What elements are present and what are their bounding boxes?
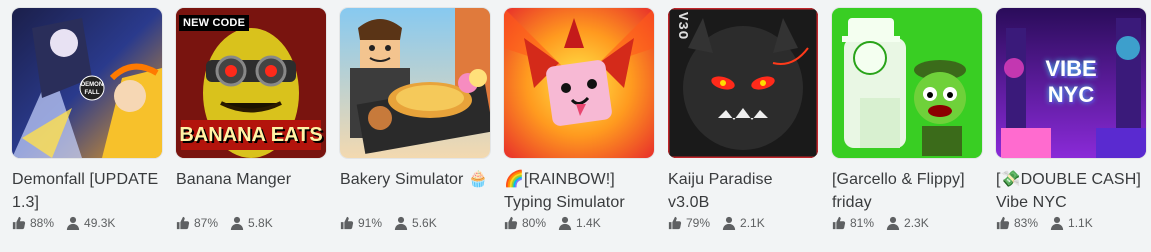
thumbs-up-icon xyxy=(12,216,26,230)
game-stats: 88% 49.3K xyxy=(12,215,162,231)
player-count: 2.1K xyxy=(740,216,765,230)
game-thumbnail[interactable]: V3O xyxy=(668,8,818,158)
thumbs-up-icon xyxy=(176,216,190,230)
thumbs-up-icon xyxy=(668,216,682,230)
thumb-logo-line1: DEMON xyxy=(81,82,103,88)
game-card-demonfall[interactable]: DEMON FALL Demonfall [UPDATE 1.3] 88% 49… xyxy=(12,8,162,231)
thumbnail-art xyxy=(832,8,982,158)
game-card-bakery-simulator[interactable]: Bakery Simulator 🧁 91% 5.6K xyxy=(340,8,490,231)
person-icon xyxy=(1050,216,1064,230)
game-thumbnail[interactable] xyxy=(832,8,982,158)
players-stat: 2.3K xyxy=(886,216,929,230)
game-card-garcello-flippy[interactable]: [Garcello & Flippy] friday 81% 2.3K xyxy=(832,8,982,231)
player-count: 49.3K xyxy=(84,216,116,230)
like-ratio: 83% xyxy=(1014,216,1039,230)
game-stats: 87% 5.8K xyxy=(176,215,326,231)
game-title[interactable]: Demonfall [UPDATE 1.3] xyxy=(12,168,162,214)
game-stats: 83% 1.1K xyxy=(996,215,1146,231)
like-ratio: 79% xyxy=(686,216,711,230)
thumbs-up-icon xyxy=(340,216,354,230)
person-icon xyxy=(558,216,572,230)
players-stat: 1.4K xyxy=(558,216,601,230)
game-title[interactable]: Kaiju Paradise v3.0B xyxy=(668,168,818,214)
person-icon xyxy=(722,216,736,230)
thumbnail-art: DEMON FALL xyxy=(12,8,162,158)
like-stat: 79% xyxy=(668,216,710,230)
thumbs-up-icon xyxy=(996,216,1010,230)
game-title[interactable]: 🌈[RAINBOW!] Typing Simulator xyxy=(504,168,654,214)
game-stats: 91% 5.6K xyxy=(340,215,490,231)
game-stats: 80% 1.4K xyxy=(504,215,654,231)
thumbs-up-icon xyxy=(832,216,846,230)
like-stat: 83% xyxy=(996,216,1038,230)
thumbnail-art xyxy=(668,8,818,158)
game-title[interactable]: Banana Manger xyxy=(176,168,326,214)
game-card-kaiju-paradise[interactable]: V3O Kaiju Paradise v3.0B 79% 2.1K xyxy=(668,8,818,231)
game-thumbnail[interactable] xyxy=(504,8,654,158)
person-icon xyxy=(886,216,900,230)
like-ratio: 91% xyxy=(358,216,383,230)
game-stats: 79% 2.1K xyxy=(668,215,818,231)
like-ratio: 80% xyxy=(522,216,547,230)
game-card-vibe-nyc[interactable]: VIBE NYC [💸DOUBLE CASH] Vibe NYC 83% 1.1… xyxy=(996,8,1146,231)
players-stat: 49.3K xyxy=(66,216,115,230)
game-thumbnail[interactable]: DEMON FALL xyxy=(12,8,162,158)
players-stat: 5.8K xyxy=(230,216,273,230)
player-count: 5.6K xyxy=(412,216,437,230)
players-stat: 5.6K xyxy=(394,216,437,230)
like-ratio: 88% xyxy=(30,216,55,230)
thumbs-up-icon xyxy=(504,216,518,230)
like-ratio: 87% xyxy=(194,216,219,230)
player-count: 2.3K xyxy=(904,216,929,230)
game-thumbnail[interactable] xyxy=(340,8,490,158)
player-count: 1.1K xyxy=(1068,216,1093,230)
thumb-logo-line2: FALL xyxy=(85,90,100,96)
players-stat: 1.1K xyxy=(1050,216,1093,230)
like-stat: 87% xyxy=(176,216,218,230)
game-card-rainbow-typing-simulator[interactable]: 🌈[RAINBOW!] Typing Simulator 80% 1.4K xyxy=(504,8,654,231)
person-icon xyxy=(66,216,80,230)
like-stat: 91% xyxy=(340,216,382,230)
game-stats: 81% 2.3K xyxy=(832,215,982,231)
players-stat: 2.1K xyxy=(722,216,765,230)
like-stat: 80% xyxy=(504,216,546,230)
new-code-badge: NEW CODE xyxy=(179,15,250,31)
person-icon xyxy=(394,216,408,230)
person-icon xyxy=(230,216,244,230)
game-thumbnail[interactable]: VIBE NYC xyxy=(996,8,1146,158)
game-card-banana-manger[interactable]: NEW CODE BANANA EATS Banana Manger 87% 5… xyxy=(176,8,326,231)
game-title[interactable]: [Garcello & Flippy] friday xyxy=(832,168,982,214)
game-thumbnail[interactable]: NEW CODE BANANA EATS xyxy=(176,8,326,158)
thumbnail-art xyxy=(340,8,490,158)
thumbnail-art xyxy=(996,8,1146,158)
like-stat: 88% xyxy=(12,216,54,230)
game-title[interactable]: Bakery Simulator 🧁 xyxy=(340,168,490,214)
game-title[interactable]: [💸DOUBLE CASH] Vibe NYC xyxy=(996,168,1146,214)
player-count: 5.8K xyxy=(248,216,273,230)
like-ratio: 81% xyxy=(850,216,875,230)
like-stat: 81% xyxy=(832,216,874,230)
thumbnail-art xyxy=(504,8,654,158)
player-count: 1.4K xyxy=(576,216,601,230)
